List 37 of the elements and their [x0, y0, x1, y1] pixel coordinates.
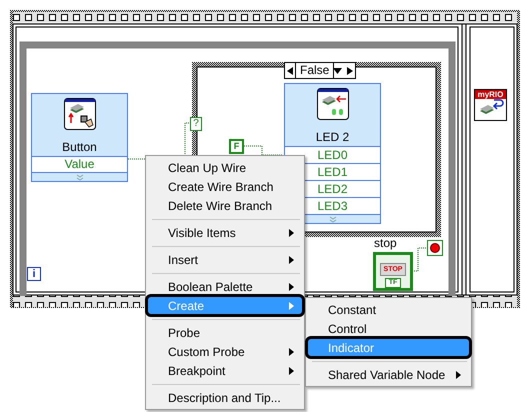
submenu-arrow-icon	[456, 370, 461, 378]
terminal-label: stop	[374, 236, 397, 250]
selector-terminal: ?	[190, 117, 202, 131]
device-icon	[64, 98, 96, 130]
wire	[244, 146, 284, 156]
terminal-row[interactable]: Value	[32, 156, 127, 172]
boolean-constant: F	[229, 139, 244, 154]
stop-condition-icon[interactable]	[427, 240, 443, 256]
menu-item[interactable]: Breakpoint	[148, 361, 302, 380]
node-label: LED 2	[316, 129, 350, 146]
menu-item[interactable]: Custom Probe	[148, 342, 302, 361]
menu-item[interactable]: Probe	[148, 323, 302, 342]
decrement-arrow-icon[interactable]	[286, 66, 294, 76]
wire	[412, 248, 428, 272]
dropdown-arrow-icon[interactable]	[333, 68, 342, 74]
myrio-node[interactable]: myRIO	[474, 89, 507, 121]
case-selector[interactable]: False	[284, 62, 356, 79]
menu-item[interactable]: Shared Variable Node	[308, 365, 469, 384]
menu-item[interactable]: Control	[308, 319, 469, 338]
menu-item[interactable]: Insert	[148, 250, 302, 269]
submenu-arrow-icon	[289, 348, 294, 356]
submenu-arrow-icon	[289, 228, 294, 236]
menu-item[interactable]: Visible Items	[148, 223, 302, 242]
submenu-arrow-icon	[289, 256, 294, 264]
submenu-arrow-icon	[289, 302, 294, 310]
menu-item[interactable]: Description and Tip...	[148, 388, 302, 407]
menu-item[interactable]: Constant	[308, 300, 469, 319]
node-label: Button	[62, 139, 97, 156]
device-icon	[478, 99, 504, 117]
iteration-terminal: i	[27, 267, 41, 281]
submenu-arrow-icon	[289, 366, 294, 374]
case-label: False	[295, 63, 334, 78]
increment-arrow-icon[interactable]	[346, 66, 354, 76]
terminal-row[interactable]: LED0	[285, 146, 380, 163]
button-node[interactable]: Button Value	[31, 93, 128, 182]
node-label: myRIO	[475, 90, 506, 99]
device-icon	[316, 88, 348, 120]
